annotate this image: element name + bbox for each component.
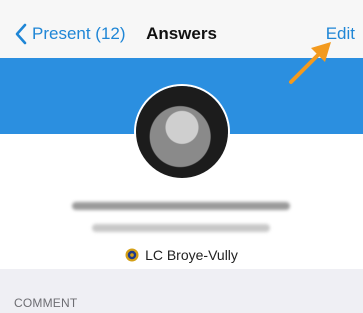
club-name: LC Broye-Vully [145, 247, 238, 263]
lions-club-logo-icon [125, 248, 139, 262]
annotation-arrow-icon [289, 42, 331, 84]
member-details-redacted [92, 224, 270, 232]
profile-avatar [136, 86, 228, 178]
member-name-redacted [72, 202, 290, 210]
comment-section-header: COMMENT [14, 296, 78, 310]
club-row: LC Broye-Vully [0, 246, 363, 264]
